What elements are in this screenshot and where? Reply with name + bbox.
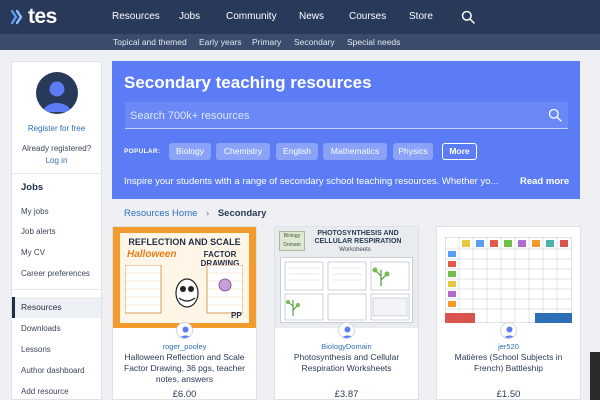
nav-community[interactable]: Community	[226, 11, 277, 23]
subnav-topical[interactable]: Topical and themed	[113, 36, 187, 48]
hero-description: Inspire your students with a range of se…	[124, 176, 499, 187]
sidebar-item-job-alerts[interactable]: Job alerts	[21, 227, 56, 237]
sidebar-item-label: Resources	[21, 302, 62, 312]
thumbnail-title: PHOTOSYNTHESIS AND CELLULAR RESPIRATION	[314, 230, 402, 245]
subnav-early-years[interactable]: Early years	[199, 36, 242, 48]
sidebar-item-resources[interactable]: Resources	[12, 297, 101, 318]
subnav-secondary[interactable]: Secondary	[294, 36, 335, 48]
subnav-special-needs[interactable]: Special needs	[347, 36, 400, 48]
thumbnail-title: REFLECTION AND SCALE	[128, 237, 241, 247]
top-nav: tes Resources Jobs Community News Course…	[0, 0, 600, 34]
next-card-edge	[590, 352, 600, 400]
breadcrumb: Resources Home › Secondary	[124, 208, 266, 220]
card-author[interactable]: BiologyDomain	[275, 342, 418, 351]
subnav-primary[interactable]: Primary	[252, 36, 281, 48]
user-avatar-icon	[36, 72, 78, 114]
card-author[interactable]: roger_pooley	[113, 342, 256, 351]
popular-english[interactable]: English	[276, 143, 318, 160]
page-title: Secondary teaching resources	[124, 73, 372, 92]
breadcrumb-home[interactable]: Resources Home	[124, 208, 197, 219]
author-avatar-icon[interactable]	[176, 322, 193, 339]
card-title[interactable]: Photosynthesis and Cellular Respiration …	[281, 352, 412, 374]
thumbnail-drawing-icon	[125, 265, 243, 314]
hero-banner: Secondary teaching resources POPULAR: Bi…	[112, 61, 580, 199]
sidebar-item-my-cv[interactable]: My CV	[21, 248, 45, 258]
nav-resources[interactable]: Resources	[112, 11, 160, 23]
popular-biology[interactable]: Biology	[169, 143, 211, 160]
thumbnail-logo: Biology Domain	[279, 231, 305, 251]
resource-thumbnail[interactable]: REFLECTION AND SCALE Halloween FACTOR DR…	[113, 227, 256, 328]
card-price: £3.87	[334, 389, 359, 400]
nav-news[interactable]: News	[299, 11, 324, 23]
read-more-link[interactable]: Read more	[520, 176, 569, 188]
author-avatar-icon[interactable]	[338, 322, 355, 339]
card-title[interactable]: Halloween Reflection and Scale Factor Dr…	[119, 352, 250, 385]
tes-logo[interactable]: tes	[11, 6, 57, 28]
search-icon[interactable]	[548, 108, 562, 122]
already-registered-text: Already registered?	[21, 144, 92, 153]
resource-card[interactable]: REFLECTION AND SCALE Halloween FACTOR DR…	[112, 226, 257, 400]
popular-chemistry[interactable]: Chemistry	[216, 143, 270, 160]
thumbnail-subtitle: Worksheets	[339, 247, 371, 253]
nav-courses[interactable]: Courses	[349, 11, 386, 23]
logo-text: tes	[28, 5, 57, 28]
resource-thumbnail[interactable]: Biology Domain PHOTOSYNTHESIS AND CELLUL…	[275, 227, 418, 328]
sidebar-divider	[12, 289, 101, 290]
popular-physics[interactable]: Physics	[393, 143, 433, 160]
search-box	[125, 102, 568, 129]
resource-card[interactable]: jer520 Matières (School Subjects in Fren…	[436, 226, 581, 400]
card-author[interactable]: jer520	[437, 342, 580, 351]
popular-mathematics[interactable]: Mathematics	[323, 143, 387, 160]
breadcrumb-current: Secondary	[217, 208, 267, 219]
battleship-grid-icon	[445, 237, 572, 323]
thumbnail-worksheet	[280, 257, 413, 323]
nav-jobs[interactable]: Jobs	[179, 11, 200, 23]
search-icon[interactable]	[461, 10, 475, 24]
sidebar-item-add-resource[interactable]: Add resource	[21, 387, 69, 397]
thumbnail-subtitle: Halloween	[127, 249, 177, 260]
thumbnail-badge: PP	[231, 311, 242, 320]
sub-nav: Topical and themed Early years Primary S…	[0, 34, 600, 50]
author-avatar-icon[interactable]	[500, 322, 517, 339]
nav-store[interactable]: Store	[409, 11, 433, 23]
popular-label: POPULAR:	[124, 148, 161, 155]
breadcrumb-separator: ›	[206, 208, 210, 219]
more-button[interactable]: More	[442, 143, 477, 160]
sidebar-jobs-heading: Jobs	[21, 182, 44, 193]
resource-thumbnail[interactable]	[437, 227, 580, 328]
sidebar-item-author-dashboard[interactable]: Author dashboard	[21, 366, 85, 376]
sidebar-item-career-preferences[interactable]: Career preferences	[21, 269, 90, 279]
sidebar-item-lessons[interactable]: Lessons	[21, 345, 51, 355]
sidebar: Register for free Already registered? Lo…	[11, 61, 102, 400]
register-link[interactable]: Register for free	[12, 124, 101, 134]
sidebar-divider	[12, 173, 101, 174]
resource-card[interactable]: Biology Domain PHOTOSYNTHESIS AND CELLUL…	[274, 226, 419, 400]
card-title[interactable]: Matières (School Subjects in French) Bat…	[443, 352, 574, 374]
sidebar-item-downloads[interactable]: Downloads	[21, 324, 61, 334]
login-link[interactable]: Log in	[12, 156, 101, 166]
tes-logo-icon	[11, 9, 23, 25]
card-price: £6.00	[172, 389, 197, 400]
sidebar-item-my-jobs[interactable]: My jobs	[21, 207, 49, 217]
worksheet-preview-icon	[284, 261, 410, 321]
search-input[interactable]	[130, 107, 530, 124]
card-price: £1.50	[496, 389, 521, 400]
